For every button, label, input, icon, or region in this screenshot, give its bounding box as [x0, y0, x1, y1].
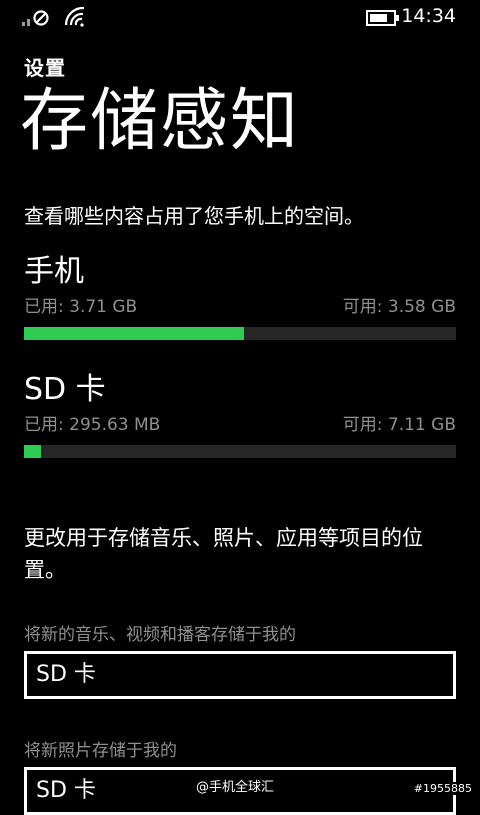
storage-stats: 已用: 295.63 MB 可用: 7.11 GB [24, 410, 456, 436]
picker-value: SD 卡 [36, 662, 96, 687]
storage-stats: 已用: 3.71 GB 可用: 3.58 GB [24, 292, 456, 318]
page-title: 存储感知 [20, 82, 301, 161]
description-text: 查看哪些内容占用了您手机上的空间。 [24, 204, 364, 228]
wifi-icon [64, 6, 86, 31]
app-title: 设置 [24, 56, 66, 80]
sd-card-storage-item[interactable]: SD 卡 已用: 295.63 MB 可用: 7.11 GB [24, 372, 456, 458]
usage-bar [24, 327, 456, 340]
usage-bar-fill [24, 445, 42, 458]
used-space: 已用: 295.63 MB [24, 415, 161, 435]
photo-location-label: 将新照片存储于我的 [24, 741, 177, 761]
storage-location-description: 更改用于存储音乐、照片、应用等项目的位置。 [24, 526, 423, 582]
watermark-id: #1955885 [411, 782, 474, 795]
clock-time: 14:34 [401, 5, 456, 27]
signal-disabled-icon [22, 8, 54, 30]
usage-bar-fill [24, 327, 245, 340]
used-space: 已用: 3.71 GB [24, 297, 138, 317]
free-space: 可用: 7.11 GB [342, 415, 456, 435]
battery-icon [366, 10, 400, 30]
music-location-label: 将新的音乐、视频和播客存储于我的 [24, 625, 296, 645]
storage-name: 手机 [24, 254, 84, 289]
free-space: 可用: 3.58 GB [342, 297, 456, 317]
music-location-picker[interactable]: SD 卡 [24, 651, 456, 699]
picker-value: SD 卡 [36, 778, 96, 803]
watermark-text: @手机全球汇 [196, 780, 275, 795]
usage-bar [24, 445, 456, 458]
phone-storage-item[interactable]: 手机 已用: 3.71 GB 可用: 3.58 GB [24, 254, 456, 340]
status-bar: 14:34 [0, 0, 480, 34]
storage-name: SD 卡 [24, 372, 106, 407]
